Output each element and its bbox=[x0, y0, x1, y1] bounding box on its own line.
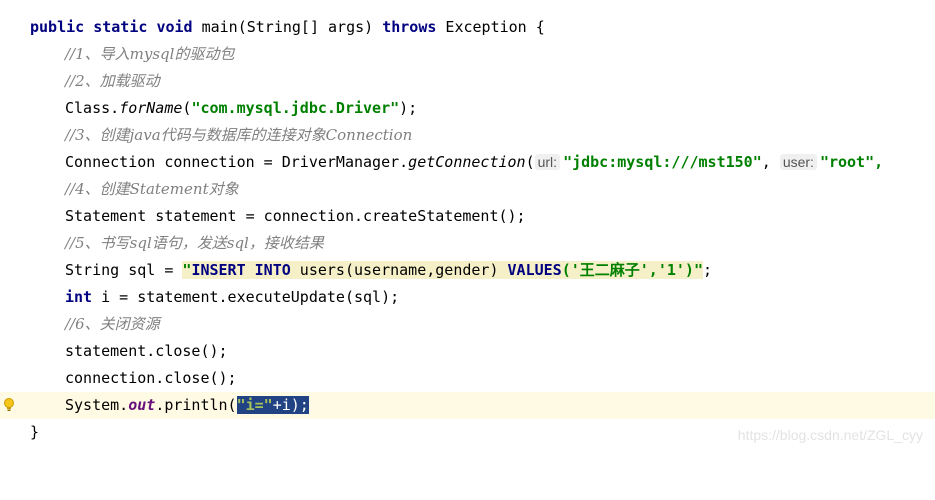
code-line-comment-1[interactable]: //1、导入mysql的驱动包 bbox=[0, 41, 935, 68]
close-connection-code: connection.close(); bbox=[65, 369, 237, 387]
quote-close: " bbox=[693, 261, 703, 279]
lightbulb-icon[interactable] bbox=[3, 397, 15, 413]
paren-open: ( bbox=[525, 153, 535, 171]
selected-string: "i=" bbox=[236, 396, 273, 414]
code-line-create-statement[interactable]: Statement statement = connection.createS… bbox=[0, 203, 935, 230]
println-method: .println( bbox=[155, 396, 237, 414]
comment-text: //4、创建Statement对象 bbox=[65, 180, 239, 198]
keyword-public: public bbox=[30, 18, 85, 36]
comment-text: //3、创建java代码与数据库的连接对象Connection bbox=[65, 126, 413, 144]
method-getconnection: getConnection bbox=[408, 153, 526, 171]
code-line-close-statement[interactable]: statement.close(); bbox=[0, 338, 935, 365]
comment-text: //2、加载驱动 bbox=[65, 72, 160, 90]
driver-string: "com.mysql.jdbc.Driver" bbox=[191, 99, 400, 117]
code-line-sql-string[interactable]: String sql = " INSERT INTO users(username… bbox=[0, 257, 935, 284]
code-editor[interactable]: public static void main(String[] args) t… bbox=[0, 0, 935, 451]
semicolon: ; bbox=[703, 261, 713, 279]
class-prefix: Class. bbox=[65, 99, 120, 117]
url-string: "jdbc:mysql:///mst150" bbox=[563, 153, 762, 171]
selected-rest: +i); bbox=[272, 396, 309, 414]
code-line-class-forname[interactable]: Class.forName("com.mysql.jdbc.Driver"); bbox=[0, 95, 935, 122]
text-selection[interactable]: "i="+i); bbox=[236, 396, 309, 414]
sql-injected-string: " INSERT INTO users(username,gender) VALU… bbox=[182, 261, 703, 279]
code-line-comment-3[interactable]: //3、创建java代码与数据库的连接对象Connection bbox=[0, 122, 935, 149]
keyword-void: void bbox=[156, 18, 193, 36]
method-forname: forName bbox=[119, 99, 183, 117]
connection-prefix: Connection connection = DriverManager. bbox=[65, 153, 409, 171]
method-signature-text: main(String[] args) bbox=[192, 18, 383, 36]
closing-brace: } bbox=[30, 423, 40, 441]
comment-text: //1、导入mysql的驱动包 bbox=[65, 45, 235, 63]
statement-code: Statement statement = connection.createS… bbox=[65, 207, 526, 225]
keyword-int: int bbox=[65, 288, 93, 306]
code-line-comment-6[interactable]: //6、关闭资源 bbox=[0, 311, 935, 338]
param-hint-user: user: bbox=[779, 154, 817, 170]
code-line-println[interactable]: System.out.println("i="+i); bbox=[0, 392, 935, 419]
sql-keyword-insert-into: INSERT INTO bbox=[191, 261, 291, 279]
code-line-comment-2[interactable]: //2、加载驱动 bbox=[0, 68, 935, 95]
execute-update-code: i = statement.executeUpdate(sql); bbox=[92, 288, 400, 306]
sql-values-tuple: ('王二麻子','1') bbox=[561, 261, 694, 279]
user-string: "root", bbox=[819, 153, 884, 171]
watermark: https://blog.csdn.net/ZGL_cyy bbox=[737, 427, 923, 443]
code-line-execute-update[interactable]: int i = statement.executeUpdate(sql); bbox=[0, 284, 935, 311]
comma: , bbox=[761, 153, 780, 171]
code-line-comment-4[interactable]: //4、创建Statement对象 bbox=[0, 176, 935, 203]
keyword-static: static bbox=[93, 18, 148, 36]
sql-keyword-values: VALUES bbox=[507, 261, 562, 279]
close-statement-code: statement.close(); bbox=[65, 342, 228, 360]
code-line-get-connection[interactable]: Connection connection = DriverManager.ge… bbox=[0, 149, 935, 176]
field-out: out bbox=[128, 396, 156, 414]
sql-table-columns: users(username,gender) bbox=[290, 261, 508, 279]
system-prefix: System. bbox=[65, 396, 129, 414]
keyword-throws: throws bbox=[382, 18, 437, 36]
code-line-close-connection[interactable]: connection.close(); bbox=[0, 365, 935, 392]
param-hint-url: url: bbox=[534, 154, 561, 170]
code-line-comment-5[interactable]: //5、书写sql语句，发送sql，接收结果 bbox=[0, 230, 935, 257]
comment-text: //6、关闭资源 bbox=[65, 315, 160, 333]
comment-text: //5、书写sql语句，发送sql，接收结果 bbox=[65, 234, 324, 252]
method-signature-tail: Exception { bbox=[436, 18, 545, 36]
sql-prefix: String sql = bbox=[65, 261, 183, 279]
code-line-method-signature[interactable]: public static void main(String[] args) t… bbox=[0, 14, 935, 41]
paren-close: ); bbox=[399, 99, 418, 117]
